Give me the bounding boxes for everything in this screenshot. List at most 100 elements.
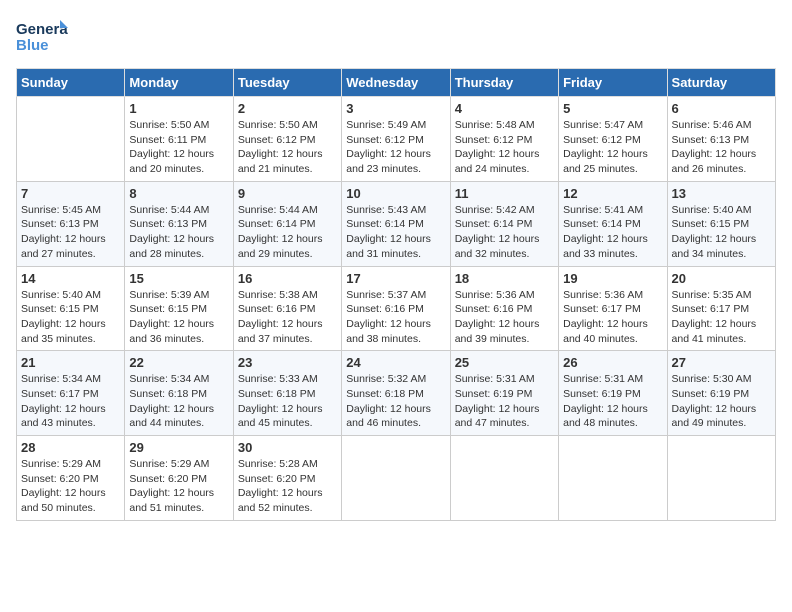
logo: General Blue (16, 16, 68, 56)
calendar-cell: 10 Sunrise: 5:43 AM Sunset: 6:14 PM Dayli… (342, 181, 450, 266)
calendar-week-row: 14 Sunrise: 5:40 AM Sunset: 6:15 PM Dayli… (17, 266, 776, 351)
day-info: Sunrise: 5:45 AM Sunset: 6:13 PM Dayligh… (21, 203, 120, 262)
day-info: Sunrise: 5:50 AM Sunset: 6:11 PM Dayligh… (129, 118, 228, 177)
calendar-header-row: SundayMondayTuesdayWednesdayThursdayFrid… (17, 69, 776, 97)
calendar-cell: 1Sunrise: 5:50 AM Sunset: 6:11 PM Daylig… (125, 97, 233, 182)
calendar-cell: 6 Sunrise: 5:46 AM Sunset: 6:13 PM Daylig… (667, 97, 775, 182)
calendar-cell: 23 Sunrise: 5:33 AM Sunset: 6:18 PM Dayli… (233, 351, 341, 436)
day-info: Sunrise: 5:33 AM Sunset: 6:18 PM Dayligh… (238, 372, 337, 431)
day-number: 23 (238, 355, 337, 370)
calendar-cell: 12Sunrise: 5:41 AM Sunset: 6:14 PM Dayli… (559, 181, 667, 266)
day-info: Sunrise: 5:37 AM Sunset: 6:16 PM Dayligh… (346, 288, 445, 347)
calendar-cell (342, 436, 450, 521)
calendar-cell: 30Sunrise: 5:28 AM Sunset: 6:20 PM Dayli… (233, 436, 341, 521)
calendar-cell: 13 Sunrise: 5:40 AM Sunset: 6:15 PM Dayli… (667, 181, 775, 266)
day-number: 26 (563, 355, 662, 370)
day-info: Sunrise: 5:31 AM Sunset: 6:19 PM Dayligh… (563, 372, 662, 431)
calendar-cell: 14 Sunrise: 5:40 AM Sunset: 6:15 PM Dayli… (17, 266, 125, 351)
day-info: Sunrise: 5:43 AM Sunset: 6:14 PM Dayligh… (346, 203, 445, 262)
weekday-header: Tuesday (233, 69, 341, 97)
day-number: 9 (238, 186, 337, 201)
calendar-cell: 4Sunrise: 5:48 AM Sunset: 6:12 PM Daylig… (450, 97, 558, 182)
calendar-cell (559, 436, 667, 521)
day-info: Sunrise: 5:47 AM Sunset: 6:12 PM Dayligh… (563, 118, 662, 177)
day-number: 13 (672, 186, 771, 201)
weekday-header: Monday (125, 69, 233, 97)
day-number: 16 (238, 271, 337, 286)
weekday-header: Sunday (17, 69, 125, 97)
calendar-table: SundayMondayTuesdayWednesdayThursdayFrid… (16, 68, 776, 521)
calendar-cell: 22Sunrise: 5:34 AM Sunset: 6:18 PM Dayli… (125, 351, 233, 436)
logo-svg: General Blue (16, 16, 68, 56)
calendar-cell: 9 Sunrise: 5:44 AM Sunset: 6:14 PM Daylig… (233, 181, 341, 266)
day-number: 25 (455, 355, 554, 370)
day-info: Sunrise: 5:28 AM Sunset: 6:20 PM Dayligh… (238, 457, 337, 516)
calendar-cell: 26 Sunrise: 5:31 AM Sunset: 6:19 PM Dayli… (559, 351, 667, 436)
calendar-cell: 25 Sunrise: 5:31 AM Sunset: 6:19 PM Dayli… (450, 351, 558, 436)
day-info: Sunrise: 5:41 AM Sunset: 6:14 PM Dayligh… (563, 203, 662, 262)
day-number: 20 (672, 271, 771, 286)
day-number: 3 (346, 101, 445, 116)
calendar-cell: 17 Sunrise: 5:37 AM Sunset: 6:16 PM Dayli… (342, 266, 450, 351)
weekday-header: Friday (559, 69, 667, 97)
calendar-cell: 29Sunrise: 5:29 AM Sunset: 6:20 PM Dayli… (125, 436, 233, 521)
svg-text:Blue: Blue (16, 37, 49, 54)
day-number: 15 (129, 271, 228, 286)
day-info: Sunrise: 5:49 AM Sunset: 6:12 PM Dayligh… (346, 118, 445, 177)
weekday-header: Wednesday (342, 69, 450, 97)
day-number: 24 (346, 355, 445, 370)
day-number: 8 (129, 186, 228, 201)
calendar-cell: 21 Sunrise: 5:34 AM Sunset: 6:17 PM Dayli… (17, 351, 125, 436)
day-number: 19 (563, 271, 662, 286)
day-number: 10 (346, 186, 445, 201)
day-info: Sunrise: 5:48 AM Sunset: 6:12 PM Dayligh… (455, 118, 554, 177)
calendar-cell (17, 97, 125, 182)
day-number: 6 (672, 101, 771, 116)
day-info: Sunrise: 5:40 AM Sunset: 6:15 PM Dayligh… (21, 288, 120, 347)
day-number: 18 (455, 271, 554, 286)
calendar-cell: 28 Sunrise: 5:29 AM Sunset: 6:20 PM Dayli… (17, 436, 125, 521)
day-info: Sunrise: 5:36 AM Sunset: 6:16 PM Dayligh… (455, 288, 554, 347)
calendar-week-row: 1Sunrise: 5:50 AM Sunset: 6:11 PM Daylig… (17, 97, 776, 182)
page-header: General Blue (16, 16, 776, 56)
day-info: Sunrise: 5:32 AM Sunset: 6:18 PM Dayligh… (346, 372, 445, 431)
calendar-cell: 7 Sunrise: 5:45 AM Sunset: 6:13 PM Daylig… (17, 181, 125, 266)
weekday-header: Saturday (667, 69, 775, 97)
calendar-cell: 11 Sunrise: 5:42 AM Sunset: 6:14 PM Dayli… (450, 181, 558, 266)
day-info: Sunrise: 5:34 AM Sunset: 6:17 PM Dayligh… (21, 372, 120, 431)
day-info: Sunrise: 5:46 AM Sunset: 6:13 PM Dayligh… (672, 118, 771, 177)
day-info: Sunrise: 5:29 AM Sunset: 6:20 PM Dayligh… (129, 457, 228, 516)
day-info: Sunrise: 5:31 AM Sunset: 6:19 PM Dayligh… (455, 372, 554, 431)
calendar-cell: 3 Sunrise: 5:49 AM Sunset: 6:12 PM Daylig… (342, 97, 450, 182)
day-number: 21 (21, 355, 120, 370)
day-info: Sunrise: 5:38 AM Sunset: 6:16 PM Dayligh… (238, 288, 337, 347)
calendar-cell: 2 Sunrise: 5:50 AM Sunset: 6:12 PM Daylig… (233, 97, 341, 182)
day-number: 5 (563, 101, 662, 116)
weekday-header: Thursday (450, 69, 558, 97)
calendar-cell (450, 436, 558, 521)
day-info: Sunrise: 5:34 AM Sunset: 6:18 PM Dayligh… (129, 372, 228, 431)
day-info: Sunrise: 5:39 AM Sunset: 6:15 PM Dayligh… (129, 288, 228, 347)
day-number: 7 (21, 186, 120, 201)
calendar-week-row: 7 Sunrise: 5:45 AM Sunset: 6:13 PM Daylig… (17, 181, 776, 266)
day-number: 2 (238, 101, 337, 116)
day-info: Sunrise: 5:50 AM Sunset: 6:12 PM Dayligh… (238, 118, 337, 177)
day-number: 28 (21, 440, 120, 455)
calendar-cell: 27 Sunrise: 5:30 AM Sunset: 6:19 PM Dayli… (667, 351, 775, 436)
day-info: Sunrise: 5:42 AM Sunset: 6:14 PM Dayligh… (455, 203, 554, 262)
day-number: 27 (672, 355, 771, 370)
calendar-cell: 18 Sunrise: 5:36 AM Sunset: 6:16 PM Dayli… (450, 266, 558, 351)
day-number: 14 (21, 271, 120, 286)
day-number: 17 (346, 271, 445, 286)
day-info: Sunrise: 5:40 AM Sunset: 6:15 PM Dayligh… (672, 203, 771, 262)
day-info: Sunrise: 5:44 AM Sunset: 6:14 PM Dayligh… (238, 203, 337, 262)
day-number: 11 (455, 186, 554, 201)
calendar-cell: 8 Sunrise: 5:44 AM Sunset: 6:13 PM Daylig… (125, 181, 233, 266)
day-info: Sunrise: 5:30 AM Sunset: 6:19 PM Dayligh… (672, 372, 771, 431)
day-info: Sunrise: 5:44 AM Sunset: 6:13 PM Dayligh… (129, 203, 228, 262)
day-info: Sunrise: 5:35 AM Sunset: 6:17 PM Dayligh… (672, 288, 771, 347)
calendar-cell (667, 436, 775, 521)
day-info: Sunrise: 5:29 AM Sunset: 6:20 PM Dayligh… (21, 457, 120, 516)
calendar-cell: 20 Sunrise: 5:35 AM Sunset: 6:17 PM Dayli… (667, 266, 775, 351)
calendar-cell: 16 Sunrise: 5:38 AM Sunset: 6:16 PM Dayli… (233, 266, 341, 351)
